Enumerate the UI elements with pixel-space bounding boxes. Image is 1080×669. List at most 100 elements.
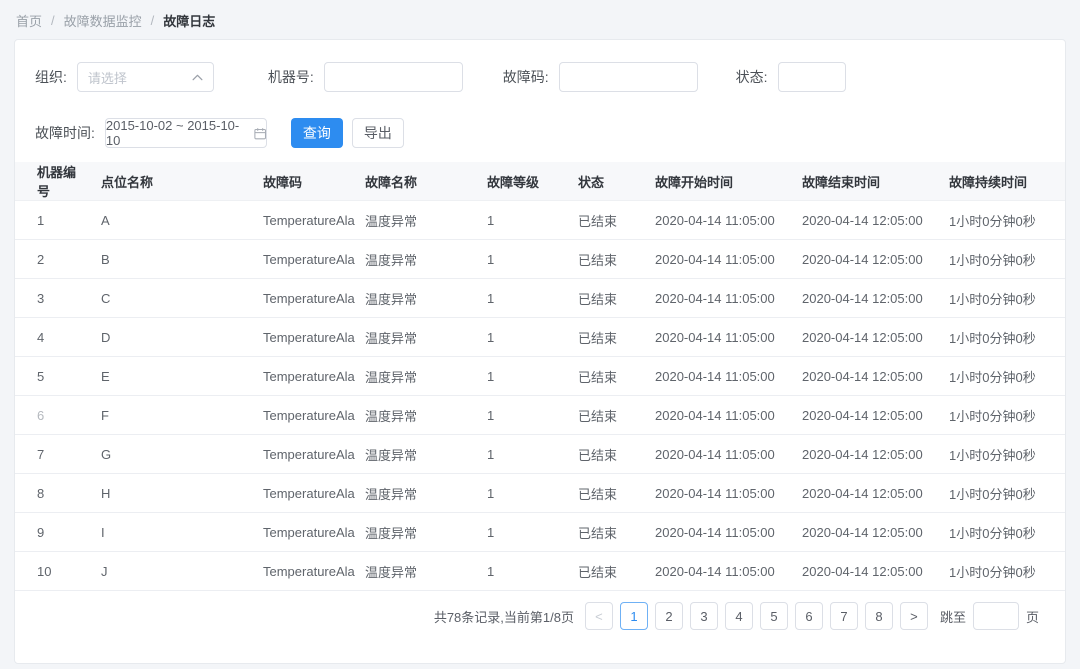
table-column-header: 故障等级 <box>477 162 568 201</box>
table-cell: 2020-04-14 11:05:00 <box>645 279 792 318</box>
table-cell: TemperatureAlarm <box>253 396 355 435</box>
table-row: 3CTemperatureAlarm温度异常1已结束2020-04-14 11:… <box>15 279 1065 318</box>
table-cell: TemperatureAlarm <box>253 552 355 591</box>
table-cell: TemperatureAlarm <box>253 435 355 474</box>
table-cell: 1 <box>477 435 568 474</box>
table-cell: 1小时0分钟0秒 <box>939 240 1065 279</box>
table-cell: 1小时0分钟0秒 <box>939 201 1065 240</box>
status-input[interactable] <box>778 62 846 92</box>
pagination-page-button[interactable]: 1 <box>620 602 648 630</box>
pagination-page-button[interactable]: 4 <box>725 602 753 630</box>
pagination-page-button[interactable]: 5 <box>760 602 788 630</box>
pagination-page-button[interactable]: 7 <box>830 602 858 630</box>
table-cell: 1 <box>477 513 568 552</box>
fault-log-card: 组织: 请选择 机器号: 故障码: 状态: <box>14 39 1066 664</box>
table-cell: B <box>91 240 253 279</box>
fault-code-input[interactable] <box>559 62 698 92</box>
table-cell: 5 <box>15 357 91 396</box>
pagination-page-unit-label: 页 <box>1026 607 1039 626</box>
table-cell: D <box>91 318 253 357</box>
table-cell: 1 <box>477 240 568 279</box>
table-cell: H <box>91 474 253 513</box>
table-row: 8HTemperatureAlarm温度异常1已结束2020-04-14 11:… <box>15 474 1065 513</box>
filter-row-1: 组织: 请选择 机器号: 故障码: 状态: <box>35 62 1045 92</box>
table-cell: 已结束 <box>568 396 645 435</box>
table-cell: 2020-04-14 12:05:00 <box>792 201 939 240</box>
table-cell: 10 <box>15 552 91 591</box>
table-cell: 1小时0分钟0秒 <box>939 513 1065 552</box>
pagination-page-button[interactable]: 6 <box>795 602 823 630</box>
breadcrumb-home[interactable]: 首页 <box>16 11 42 30</box>
table-row: 2BTemperatureAlarm温度异常1已结束2020-04-14 11:… <box>15 240 1065 279</box>
status-label: 状态: <box>736 67 768 87</box>
fault-time-range-picker[interactable]: 2015-10-02 ~ 2015-10-10 <box>105 118 267 148</box>
table-column-header: 故障开始时间 <box>645 162 792 201</box>
table-cell: 1小时0分钟0秒 <box>939 357 1065 396</box>
machine-input[interactable] <box>324 62 463 92</box>
breadcrumb-fault-monitor[interactable]: 故障数据监控 <box>64 11 142 30</box>
table-cell: TemperatureAlarm <box>253 513 355 552</box>
table-cell: 4 <box>15 318 91 357</box>
table-cell: 2020-04-14 11:05:00 <box>645 435 792 474</box>
table-header: 机器编号点位名称故障码故障名称故障等级状态故障开始时间故障结束时间故障持续时间 <box>15 162 1065 201</box>
pagination-page-button[interactable]: 8 <box>865 602 893 630</box>
pagination-next-button[interactable]: > <box>900 602 928 630</box>
table-cell: 已结束 <box>568 474 645 513</box>
table-row: 6FTemperatureAlarm温度异常1已结束2020-04-14 11:… <box>15 396 1065 435</box>
table-column-header: 故障码 <box>253 162 355 201</box>
table-cell: 1 <box>477 552 568 591</box>
chevron-up-icon <box>192 74 203 81</box>
table-column-header: 机器编号 <box>15 162 91 201</box>
table-cell: 2020-04-14 12:05:00 <box>792 552 939 591</box>
table-cell: 已结束 <box>568 357 645 396</box>
table-cell: 2020-04-14 12:05:00 <box>792 513 939 552</box>
machine-label: 机器号: <box>268 67 314 87</box>
table-cell: 温度异常 <box>355 396 477 435</box>
filter-form: 组织: 请选择 机器号: 故障码: 状态: <box>15 40 1065 148</box>
pagination-page-button[interactable]: 3 <box>690 602 718 630</box>
pagination: 共78条记录,当前第1/8页 < 12345678 > 跳至 页 <box>15 591 1065 630</box>
table-cell: 2 <box>15 240 91 279</box>
table-cell: 1小时0分钟0秒 <box>939 552 1065 591</box>
table-cell: TemperatureAlarm <box>253 279 355 318</box>
table-cell: 2020-04-14 12:05:00 <box>792 396 939 435</box>
fault-time-range-value: 2015-10-02 ~ 2015-10-10 <box>106 118 247 148</box>
table-cell: 9 <box>15 513 91 552</box>
table-column-header: 故障持续时间 <box>939 162 1065 201</box>
table-row: 9ITemperatureAlarm温度异常1已结束2020-04-14 11:… <box>15 513 1065 552</box>
table-cell: 2020-04-14 11:05:00 <box>645 357 792 396</box>
export-button[interactable]: 导出 <box>352 118 404 148</box>
table-cell: 温度异常 <box>355 318 477 357</box>
table-cell: TemperatureAlarm <box>253 318 355 357</box>
table-row: 1ATemperatureAlarm温度异常1已结束2020-04-14 11:… <box>15 201 1065 240</box>
pagination-jump-input[interactable] <box>973 602 1019 630</box>
filter-row-2: 故障时间: 2015-10-02 ~ 2015-10-10 查询 导出 <box>35 118 1045 148</box>
table-cell: 1 <box>477 201 568 240</box>
table-column-header: 故障名称 <box>355 162 477 201</box>
pagination-prev-button[interactable]: < <box>585 602 613 630</box>
table-cell: 1小时0分钟0秒 <box>939 318 1065 357</box>
table-cell: 温度异常 <box>355 474 477 513</box>
fault-time-label: 故障时间: <box>35 123 95 143</box>
table-cell: 温度异常 <box>355 435 477 474</box>
fault-log-table: 机器编号点位名称故障码故障名称故障等级状态故障开始时间故障结束时间故障持续时间 … <box>15 162 1065 591</box>
table-cell: 7 <box>15 435 91 474</box>
table-cell: 温度异常 <box>355 201 477 240</box>
table-cell: I <box>91 513 253 552</box>
table-cell: 2020-04-14 12:05:00 <box>792 357 939 396</box>
table-cell: 2020-04-14 12:05:00 <box>792 279 939 318</box>
table-cell: 3 <box>15 279 91 318</box>
fault-code-label: 故障码: <box>503 67 549 87</box>
table-cell: TemperatureAlarm <box>253 357 355 396</box>
table-row: 7GTemperatureAlarm温度异常1已结束2020-04-14 11:… <box>15 435 1065 474</box>
query-button[interactable]: 查询 <box>291 118 343 148</box>
org-select[interactable]: 请选择 <box>77 62 214 92</box>
pagination-page-button[interactable]: 2 <box>655 602 683 630</box>
table-cell: 1小时0分钟0秒 <box>939 279 1065 318</box>
table-cell: 1 <box>477 396 568 435</box>
table-cell: 已结束 <box>568 435 645 474</box>
table-row: 5ETemperatureAlarm温度异常1已结束2020-04-14 11:… <box>15 357 1065 396</box>
table-cell: 已结束 <box>568 552 645 591</box>
status-filter-group: 状态: <box>736 62 846 92</box>
table-cell: E <box>91 357 253 396</box>
